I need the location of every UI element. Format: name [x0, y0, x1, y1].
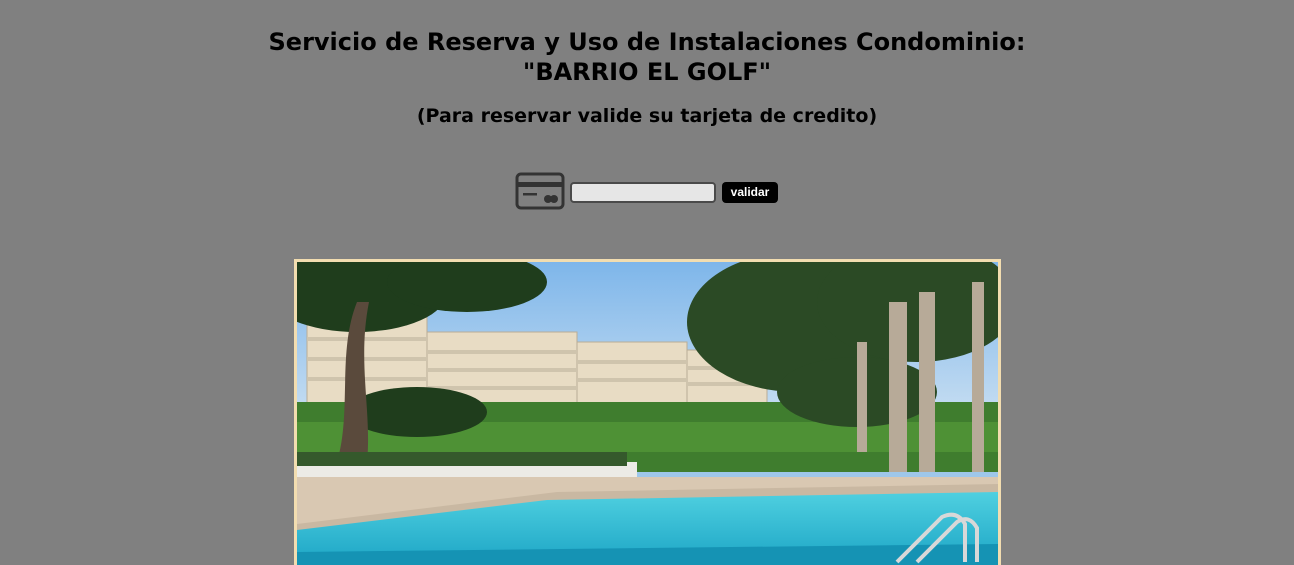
page-title-line-2: "BARRIO EL GOLF": [522, 58, 772, 86]
credit-card-input[interactable]: [570, 182, 716, 203]
page-subtitle: (Para reservar valide su tarjeta de cred…: [416, 105, 878, 127]
credit-card-icon: [515, 172, 565, 210]
page-title: Servicio de Reserva y Uso de Instalacion…: [0, 27, 1294, 87]
validate-button[interactable]: validar: [722, 182, 778, 203]
page-title-line-1: Servicio de Reserva y Uso de Instalacion…: [268, 28, 1026, 56]
condominium-pool-photo: [294, 259, 1001, 565]
